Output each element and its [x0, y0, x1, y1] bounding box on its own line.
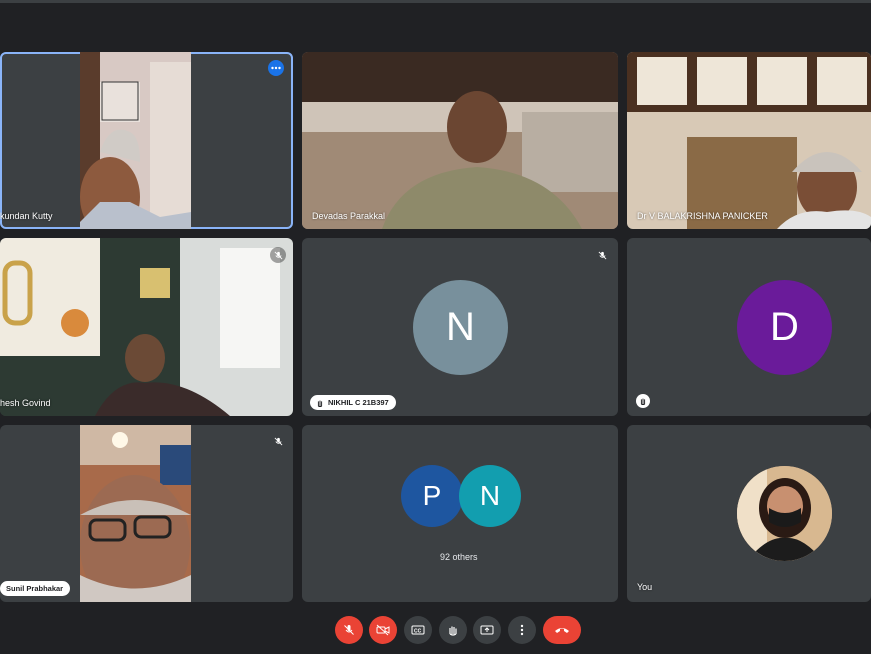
- participant-tile-nikhil[interactable]: N NIKHIL C 21B397: [302, 238, 618, 416]
- present-now-button[interactable]: [473, 616, 501, 644]
- mic-toggle-button[interactable]: [335, 616, 363, 644]
- captions-icon: CC: [411, 625, 425, 635]
- camera-off-icon: [376, 624, 390, 636]
- participant-name-pill: NIKHIL C 21B397: [310, 395, 396, 410]
- participant-tile-devadas[interactable]: Devadas Parakkal: [302, 52, 618, 229]
- participant-name: Dr V BALAKRISHNA PANICKER: [637, 211, 768, 221]
- participant-tile-sunil[interactable]: Sunil Prabhakar: [0, 425, 293, 602]
- hang-up-icon: [555, 628, 569, 633]
- captions-button[interactable]: CC: [404, 616, 432, 644]
- others-tile[interactable]: P N 92 others: [302, 425, 618, 602]
- raise-hand-badge: [636, 394, 650, 408]
- self-tile[interactable]: You: [627, 425, 871, 602]
- avatar: P: [401, 465, 463, 527]
- avatar: N: [413, 280, 508, 375]
- mic-off-icon: [594, 247, 610, 263]
- others-count-label: 92 others: [440, 552, 478, 562]
- participant-video: [0, 238, 293, 416]
- participant-tile-govind[interactable]: hesh Govind: [0, 238, 293, 416]
- mic-off-icon: [270, 247, 286, 263]
- more-options-button[interactable]: [508, 616, 536, 644]
- participant-video: [80, 425, 191, 602]
- svg-text:CC: CC: [414, 628, 422, 634]
- camera-toggle-button[interactable]: [369, 616, 397, 644]
- raise-hand-icon: [449, 626, 457, 636]
- participant-tile-d[interactable]: D: [627, 238, 871, 416]
- participant-name: You: [637, 582, 653, 592]
- participant-video: [80, 52, 191, 229]
- participant-name: kundan Kutty: [0, 211, 53, 221]
- participant-name: hesh Govind: [0, 398, 51, 408]
- mic-off-icon: [344, 625, 354, 635]
- top-bar: [0, 0, 871, 3]
- raise-hand-icon: [316, 399, 324, 407]
- present-icon: [480, 625, 494, 635]
- participant-name: Devadas Parakkal: [312, 211, 386, 221]
- call-controls-bar: CC: [0, 605, 871, 654]
- participant-name: NIKHIL C 21B397: [328, 398, 389, 407]
- participant-video: [302, 52, 618, 229]
- avatar-initial: P: [422, 480, 442, 511]
- participant-tile-balakrishna[interactable]: Dr V BALAKRISHNA PANICKER: [627, 52, 871, 229]
- avatar-initial: N: [446, 305, 475, 349]
- leave-call-button[interactable]: [543, 616, 581, 644]
- avatar-initial: N: [479, 480, 501, 511]
- participant-name-pill: Sunil Prabhakar: [0, 581, 71, 596]
- avatar: D: [737, 280, 832, 375]
- avatar-initial: D: [770, 305, 799, 349]
- participant-name: Sunil Prabhakar: [6, 584, 64, 593]
- participant-video: [627, 52, 871, 229]
- raise-hand-button[interactable]: [439, 616, 467, 644]
- more-options-icon[interactable]: [268, 60, 284, 76]
- mic-off-icon: [270, 433, 286, 449]
- self-video-bubble: [737, 466, 832, 561]
- avatar: N: [459, 465, 521, 527]
- participant-tile-mukundan[interactable]: kundan Kutty: [0, 52, 293, 229]
- more-vert-icon: [520, 624, 524, 636]
